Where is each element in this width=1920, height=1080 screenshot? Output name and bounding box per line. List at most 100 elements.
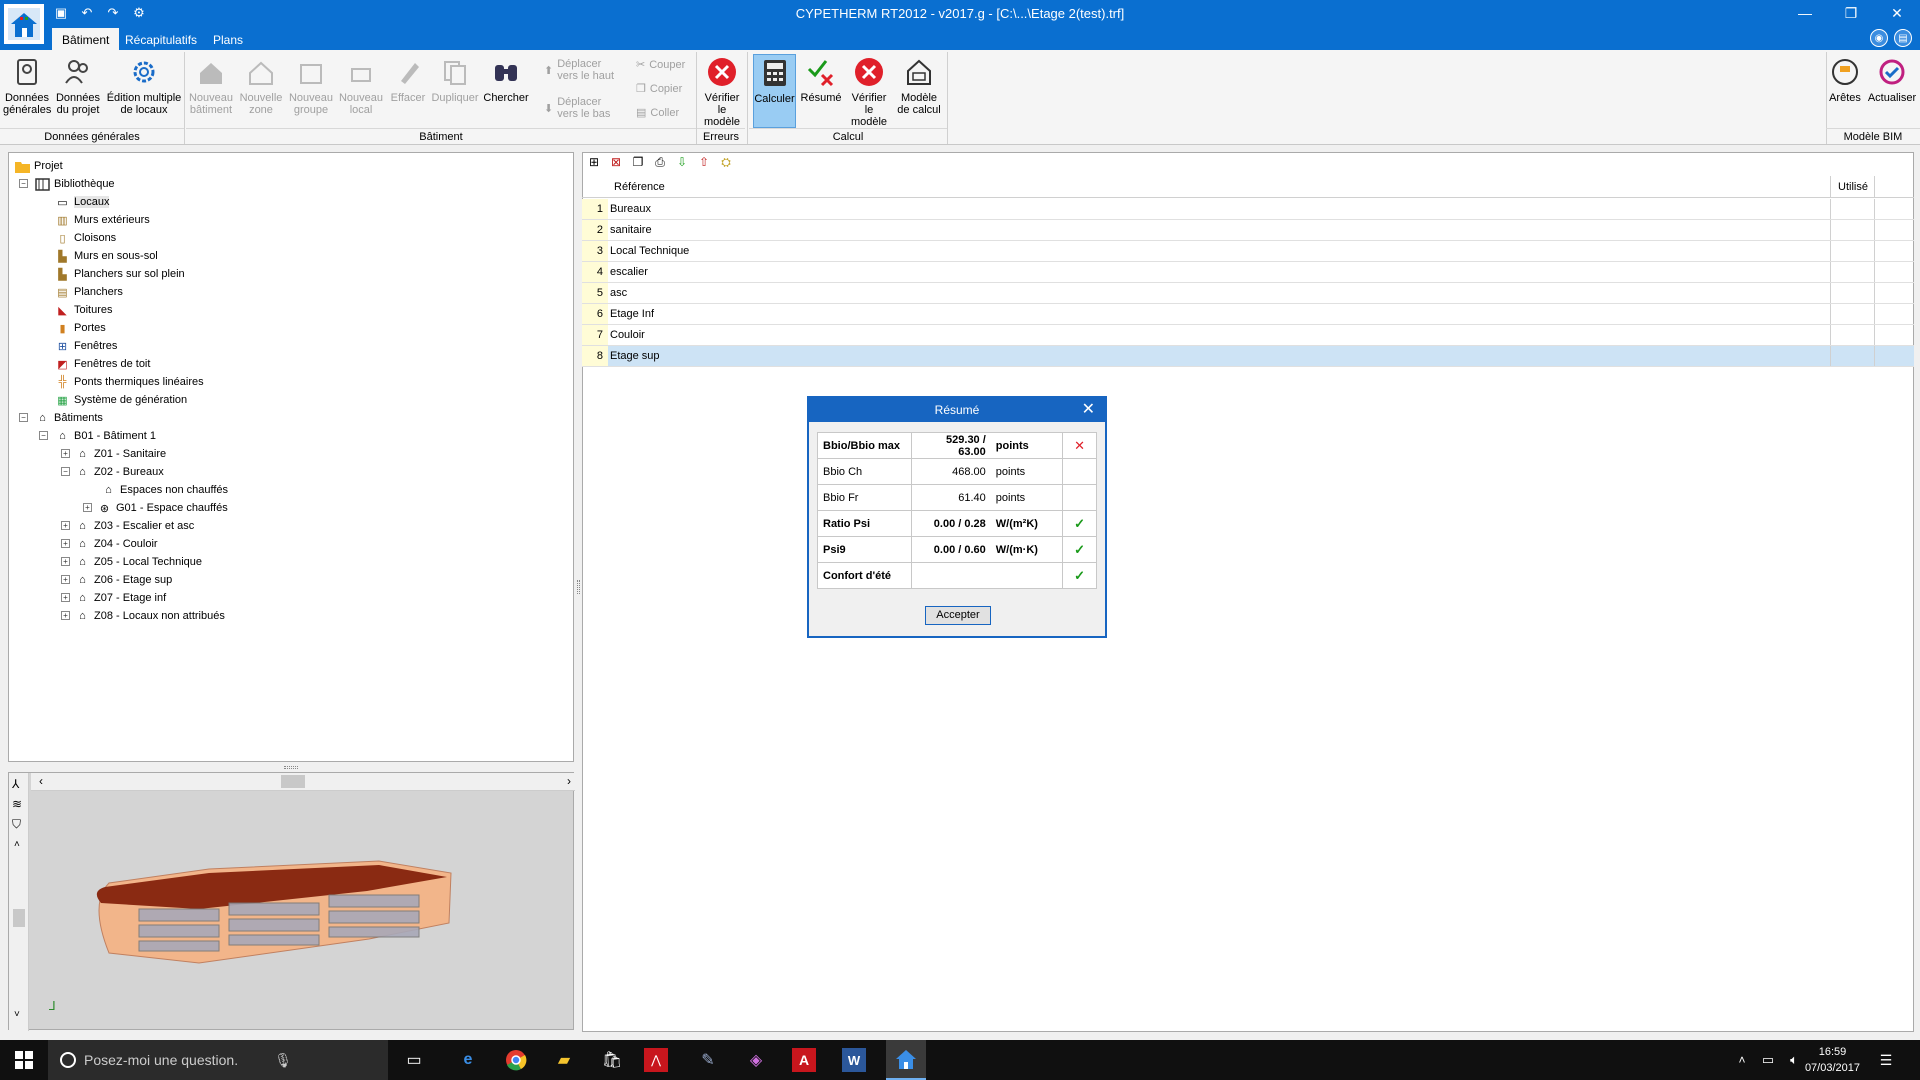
- layers-icon[interactable]: ≋: [12, 797, 22, 811]
- tab-recapitulatifs[interactable]: Récapitulatifs: [115, 28, 207, 50]
- horizontal-scrollbar[interactable]: ‹ ›: [31, 773, 575, 791]
- cypetherm-taskbar-icon[interactable]: [886, 1040, 926, 1080]
- tree-node-z04[interactable]: + ⌂ Z04 - Couloir: [61, 535, 158, 553]
- tab-batiment[interactable]: Bâtiment: [52, 28, 120, 50]
- collapse-toggle[interactable]: −: [39, 431, 48, 440]
- tree-node-b01[interactable]: − ⌂ B01 - Bâtiment 1: [39, 427, 156, 445]
- deplacer-haut-button[interactable]: ⬆ Déplacer vers le haut: [544, 58, 614, 82]
- shield-view-icon[interactable]: ⛉: [12, 817, 21, 832]
- tree-node-z08[interactable]: + ⌂ Z08 - Locaux non attribués: [61, 607, 225, 625]
- scroll-up-icon[interactable]: ˄: [14, 839, 20, 850]
- scroll-down-icon[interactable]: ˅: [14, 1009, 20, 1020]
- tree-node-projet[interactable]: Projet: [15, 157, 63, 175]
- horizontal-splitter[interactable]: [284, 766, 298, 769]
- print-icon[interactable]: ⎙: [652, 154, 668, 170]
- file-explorer-icon[interactable]: ▰: [548, 1046, 580, 1074]
- expand-toggle[interactable]: +: [61, 611, 70, 620]
- scroll-right-icon[interactable]: ›: [567, 774, 571, 788]
- axes-icon[interactable]: ⅄: [12, 777, 19, 791]
- autocad-icon[interactable]: A: [792, 1048, 816, 1072]
- resume-button[interactable]: Résumé: [799, 54, 843, 104]
- windows-start-icon[interactable]: [8, 1046, 40, 1074]
- column-reference-header[interactable]: Référence: [614, 181, 665, 193]
- dupliquer-button[interactable]: Dupliquer: [430, 54, 480, 104]
- tree-node-z05[interactable]: + ⌂ Z05 - Local Technique: [61, 553, 202, 571]
- table-row[interactable]: 1 Bureaux: [582, 199, 1914, 220]
- tree-node-toitures[interactable]: ◣ Toitures: [55, 301, 112, 319]
- expand-toggle[interactable]: +: [61, 449, 70, 458]
- app-logo-icon[interactable]: [2, 2, 46, 46]
- help-book-icon[interactable]: ▤: [1894, 29, 1912, 47]
- copier-button[interactable]: ❐ Copier: [636, 82, 682, 96]
- scroll-left-icon[interactable]: ‹: [39, 774, 43, 788]
- globe-icon[interactable]: ◉: [1870, 29, 1888, 47]
- copy-row-icon[interactable]: ❐: [630, 154, 646, 170]
- accepter-button[interactable]: Accepter: [925, 606, 991, 625]
- tree-node-planchers[interactable]: ▤ Planchers: [55, 283, 123, 301]
- edition-multiple-button[interactable]: Édition multiple de locaux: [105, 54, 183, 116]
- donnees-projet-button[interactable]: Données du projet: [54, 54, 102, 116]
- verifier-modele-erreurs-button[interactable]: Vérifier le modèle: [699, 54, 745, 128]
- notifications-icon[interactable]: ☰: [1870, 1046, 1902, 1074]
- expand-toggle[interactable]: +: [61, 575, 70, 584]
- nouvelle-zone-button[interactable]: Nouvelle zone: [238, 54, 284, 116]
- vertical-scroll-thumb[interactable]: [13, 909, 25, 927]
- tree-node-portes[interactable]: ▮ Portes: [55, 319, 105, 337]
- cube-app-icon[interactable]: ◈: [740, 1046, 772, 1074]
- collapse-toggle[interactable]: −: [61, 467, 70, 476]
- maximize-button[interactable]: ❐: [1828, 0, 1874, 26]
- tree-node-z01[interactable]: + ⌂ Z01 - Sanitaire: [61, 445, 166, 463]
- word-icon[interactable]: W: [842, 1048, 866, 1072]
- effacer-button[interactable]: Effacer: [388, 54, 428, 104]
- tree-node-ponts-thermiques[interactable]: ╬ Ponts thermiques linéaires: [55, 373, 204, 391]
- 3d-viewer[interactable]: ⅄ ≋ ⛉ ˄ ˅ ‹ › ⅃: [8, 772, 575, 1031]
- table-row[interactable]: 4 escalier: [582, 262, 1914, 283]
- table-row[interactable]: 5 asc: [582, 283, 1914, 304]
- horizontal-scroll-thumb[interactable]: [281, 775, 305, 788]
- nouveau-groupe-button[interactable]: Nouveau groupe: [288, 54, 334, 116]
- microphone-icon[interactable]: 🎙︎: [274, 1052, 292, 1069]
- column-utilise-header[interactable]: Utilisé: [1838, 181, 1868, 193]
- tree-node-fenetres-toit[interactable]: ◩ Fenêtres de toit: [55, 355, 150, 373]
- edge-icon[interactable]: e: [452, 1046, 484, 1074]
- expand-toggle[interactable]: +: [61, 593, 70, 602]
- vertical-splitter[interactable]: [577, 580, 580, 594]
- tree-node-murs-exterieurs[interactable]: ▥ Murs extérieurs: [55, 211, 150, 229]
- paint-icon[interactable]: ✎: [692, 1046, 724, 1074]
- minimize-button[interactable]: —: [1782, 0, 1828, 26]
- table-row[interactable]: 6 Etage Inf: [582, 304, 1914, 325]
- tree-node-z02[interactable]: − ⌂ Z02 - Bureaux: [61, 463, 164, 481]
- tree-node-cloisons[interactable]: ▯ Cloisons: [55, 229, 116, 247]
- dialog-close-icon[interactable]: ✕: [1082, 398, 1095, 422]
- collapse-toggle[interactable]: −: [19, 179, 28, 188]
- tree-node-murs-sous-sol[interactable]: ▙ Murs en sous-sol: [55, 247, 158, 265]
- chrome-icon[interactable]: [500, 1046, 532, 1074]
- tree-node-espaces-non-chauffes[interactable]: ⌂ Espaces non chauffés: [101, 481, 228, 499]
- settings-grid-icon[interactable]: ⛭: [718, 154, 734, 170]
- taskbar-search-input[interactable]: Posez-moi une question. 🎙︎: [48, 1040, 388, 1080]
- tree-node-locaux[interactable]: ▭ Locaux: [55, 193, 110, 211]
- export-icon[interactable]: ⇧: [696, 154, 712, 170]
- coller-button[interactable]: ▤ Coller: [636, 106, 679, 120]
- close-button[interactable]: ✕: [1874, 0, 1920, 26]
- tree-node-systeme-generation[interactable]: ▦ Système de génération: [55, 391, 187, 409]
- expand-toggle[interactable]: +: [61, 521, 70, 530]
- nouveau-batiment-button[interactable]: Nouveau bâtiment: [188, 54, 234, 116]
- modele-calcul-button[interactable]: Modèle de calcul: [895, 54, 943, 116]
- table-row[interactable]: 3 Local Technique: [582, 241, 1914, 262]
- expand-toggle[interactable]: +: [61, 539, 70, 548]
- verifier-modele-calcul-button[interactable]: Vérifier le modèle: [846, 54, 892, 128]
- tree-node-fenetres[interactable]: ⊞ Fenêtres: [55, 337, 118, 355]
- table-row[interactable]: 2 sanitaire: [582, 220, 1914, 241]
- delete-row-icon[interactable]: ⊠: [608, 154, 624, 170]
- taskbar-clock[interactable]: 16:59 07/03/2017: [1805, 1044, 1860, 1076]
- donnees-generales-button[interactable]: Données générales: [3, 54, 51, 116]
- import-icon[interactable]: ⇩: [674, 154, 690, 170]
- tree-node-planchers-sol[interactable]: ▙ Planchers sur sol plein: [55, 265, 184, 283]
- aretes-button[interactable]: Arêtes: [1826, 54, 1864, 104]
- table-row-selected[interactable]: 8 Etage sup: [582, 346, 1914, 367]
- tab-plans[interactable]: Plans: [203, 28, 253, 50]
- deplacer-bas-button[interactable]: ⬇ Déplacer vers le bas: [544, 96, 610, 120]
- add-row-icon[interactable]: ⊞: [586, 154, 602, 170]
- actualiser-button[interactable]: Actualiser: [1866, 54, 1918, 104]
